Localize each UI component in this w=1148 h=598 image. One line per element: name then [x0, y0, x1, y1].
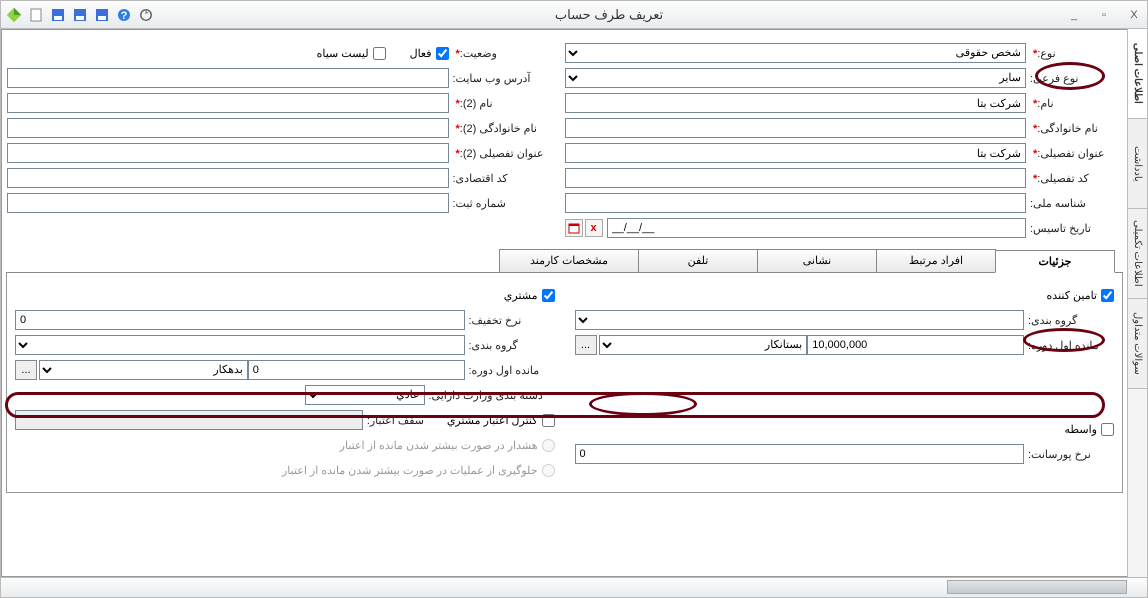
creditctrl-label: کنترل اعتبار مشتري [447, 414, 538, 427]
label-detailtitle: عنوان تفصیلی:* [1026, 147, 1116, 160]
website-input[interactable] [7, 68, 449, 88]
vertical-tabs: اطلاعات اصلی یادداشت اطلاعات تکمیلی سوال… [1127, 29, 1147, 597]
label-opening2: مانده اول دوره: [465, 364, 555, 377]
refresh-icon[interactable] [137, 6, 155, 24]
titlebar: X ▫ _ تعریف طرف حساب ? [1, 1, 1147, 29]
vtab-extra-info[interactable]: اطلاعات تکمیلی [1128, 209, 1147, 299]
subtab-phone[interactable]: تلفن [638, 249, 758, 272]
group-select[interactable] [575, 310, 1025, 330]
label-founddate: تاریخ تاسیس: [1026, 222, 1116, 235]
detailcode-input[interactable] [565, 168, 1027, 188]
label-group: گروه بندی: [1024, 314, 1114, 327]
label-ceiling: سقف اعتبار: [363, 414, 433, 427]
label-name2: نام (2):* [449, 97, 559, 110]
label-group2: گروه بندی: [465, 339, 555, 352]
opening-lookup-button[interactable]: ... [575, 335, 597, 355]
label-status: وضعیت:* [449, 47, 559, 60]
vtab-faq[interactable]: سوالات متداول [1128, 299, 1147, 389]
active-checkbox[interactable] [436, 47, 449, 60]
agent-label: واسطه [1064, 423, 1097, 436]
label-taxcat: دسته بندی وزارت دارایی: [425, 389, 555, 402]
opening2-lookup-button[interactable]: ... [15, 360, 37, 380]
supplier-checkbox[interactable] [1101, 289, 1114, 302]
label-discountrate: نرخ تخفیف: [465, 314, 555, 327]
founddate-input[interactable] [607, 218, 1027, 238]
minimize-icon[interactable]: _ [1065, 6, 1083, 24]
detailtitle2-input[interactable] [7, 143, 449, 163]
opening2-side-select[interactable]: بدهکار [39, 360, 248, 380]
save-next-icon[interactable] [71, 6, 89, 24]
warn-label: هشدار در صورت بیشتر شدن مانده از اعتبار [340, 439, 538, 452]
subtab-address[interactable]: نشانی [757, 249, 877, 272]
close-icon[interactable]: X [1125, 6, 1143, 24]
svg-text:?: ? [121, 10, 128, 22]
supplier-label: تامین کننده [1047, 289, 1097, 302]
label-name: نام:* [1026, 97, 1116, 110]
economic-input[interactable] [7, 168, 449, 188]
discountrate-input[interactable] [15, 310, 465, 330]
help-icon[interactable]: ? [115, 6, 133, 24]
date-pick-icon[interactable] [565, 219, 583, 237]
label-nationalid: شناسه ملی: [1026, 197, 1116, 210]
subtab-details[interactable]: جزئیات [995, 250, 1115, 273]
customer-checkbox[interactable] [542, 289, 555, 302]
status-bar [1, 577, 1147, 597]
subtab-related[interactable]: افراد مرتبط [876, 249, 996, 272]
label-opening: مانده اول دوره: [1024, 339, 1114, 352]
opening2-input[interactable] [248, 360, 465, 380]
block-radio [542, 464, 555, 477]
blacklist-label: لیست سیاه [317, 47, 369, 60]
group2-select[interactable] [15, 335, 465, 355]
ceiling-input [15, 410, 363, 430]
label-website: آدرس وب سایت: [449, 72, 559, 85]
name2-input[interactable] [7, 93, 449, 113]
opening-input[interactable] [807, 335, 1024, 355]
opening-side-select[interactable]: بستانکار [599, 335, 808, 355]
family2-input[interactable] [7, 118, 449, 138]
window-title: تعریف طرف حساب [159, 7, 1059, 23]
save-as-icon[interactable] [93, 6, 111, 24]
family-input[interactable] [565, 118, 1027, 138]
block-label: جلوگیری از عملیات در صورت بیشتر شدن ماند… [282, 464, 538, 477]
vtab-main-info[interactable]: اطلاعات اصلی [1128, 29, 1147, 119]
subtype-select[interactable]: سایر [565, 68, 1027, 88]
vtab-note[interactable]: یادداشت [1128, 119, 1147, 209]
content-panel: نوع:* شخص حقوقی نوع فرعی: سایر نام:* نام… [1, 29, 1127, 577]
creditctrl-checkbox[interactable] [542, 414, 555, 427]
subtab-employee[interactable]: مشخصات کارمند [499, 249, 639, 272]
label-family: نام خانوادگی:* [1026, 122, 1116, 135]
blacklist-checkbox[interactable] [373, 47, 386, 60]
status-marker [947, 580, 1127, 594]
commission-input[interactable] [575, 444, 1025, 464]
subtabs: جزئیات افراد مرتبط نشانی تلفن مشخصات کار… [6, 249, 1123, 273]
nationalid-input[interactable] [565, 193, 1027, 213]
label-family2: نام خانوادگی (2):* [449, 122, 559, 135]
taxcat-select[interactable]: عادي [305, 385, 425, 405]
name-input[interactable] [565, 93, 1027, 113]
restore-icon[interactable]: ▫ [1095, 6, 1113, 24]
save-icon[interactable] [49, 6, 67, 24]
details-panel: تامین کننده گروه بندی: مانده اول دوره: ب… [6, 273, 1123, 493]
date-clear-icon[interactable]: x [585, 219, 603, 237]
regno-input[interactable] [7, 193, 449, 213]
label-economic: کد اقتصادی: [449, 172, 559, 185]
label-detailcode: کد تفصیلی:* [1026, 172, 1116, 185]
label-subtype: نوع فرعی: [1026, 72, 1116, 85]
label-type: نوع:* [1026, 47, 1116, 60]
app-logo-icon [5, 6, 23, 24]
warn-radio [542, 439, 555, 452]
detailtitle-input[interactable] [565, 143, 1027, 163]
agent-checkbox[interactable] [1101, 423, 1114, 436]
customer-label: مشتري [504, 289, 538, 302]
type-select[interactable]: شخص حقوقی [565, 43, 1027, 63]
active-label: فعال [410, 47, 432, 60]
label-commission: نرخ پورسانت: [1024, 448, 1114, 461]
label-regno: شماره ثبت: [449, 197, 559, 210]
new-icon[interactable] [27, 6, 45, 24]
label-detailtitle2: عنوان تفصیلی (2):* [449, 147, 559, 160]
